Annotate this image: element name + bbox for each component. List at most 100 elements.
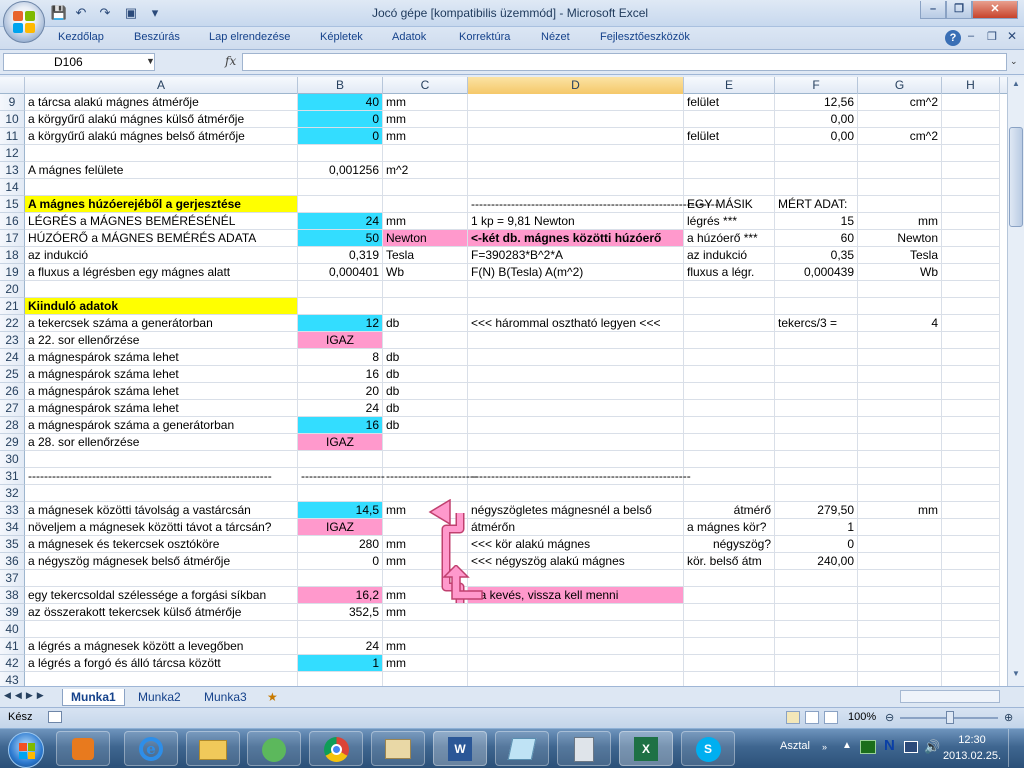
- cell-a33[interactable]: a mágnesek közötti távolság a vastárcsán: [25, 502, 298, 519]
- cell-e29[interactable]: [684, 434, 775, 451]
- cell-e9[interactable]: felület: [684, 94, 775, 111]
- cell-a43[interactable]: [25, 672, 298, 686]
- cell-d16[interactable]: 1 kp = 9,81 Newton: [468, 213, 684, 230]
- cell-b14[interactable]: [298, 179, 383, 196]
- cell-g35[interactable]: [858, 536, 942, 553]
- toolbar-expand-icon[interactable]: »: [822, 742, 827, 752]
- cell-e15[interactable]: EGY MÁSIK: [684, 196, 775, 213]
- cell-c41[interactable]: mm: [383, 638, 468, 655]
- cell-b33[interactable]: 14,5: [298, 502, 383, 519]
- cell-h10[interactable]: [942, 111, 1000, 128]
- cell-a21[interactable]: Kiinduló adatok: [25, 298, 298, 315]
- macro-record-icon[interactable]: [48, 711, 62, 723]
- cell-g29[interactable]: [858, 434, 942, 451]
- cell-a10[interactable]: a körgyűrű alakú mágnes külső átmérője: [25, 111, 298, 128]
- cell-f20[interactable]: [775, 281, 858, 298]
- cell-f13[interactable]: [775, 162, 858, 179]
- cell-b38[interactable]: 16,2: [298, 587, 383, 604]
- cell-g9[interactable]: cm^2: [858, 94, 942, 111]
- cell-e33[interactable]: átmérő: [684, 502, 775, 519]
- name-box-dropdown-icon[interactable]: ▼: [146, 56, 155, 66]
- cell-g20[interactable]: [858, 281, 942, 298]
- cell-a35[interactable]: a mágnesek és tekercsek osztóköre: [25, 536, 298, 553]
- cell-f29[interactable]: [775, 434, 858, 451]
- cell-f37[interactable]: [775, 570, 858, 587]
- cell-a29[interactable]: a 28. sor ellenőrzése: [25, 434, 298, 451]
- fx-icon[interactable]: fx: [225, 54, 236, 68]
- cell-h30[interactable]: [942, 451, 1000, 468]
- row-header[interactable]: 19: [0, 264, 25, 281]
- column-header-h[interactable]: H: [942, 77, 1000, 94]
- cell-b20[interactable]: [298, 281, 383, 298]
- formula-input[interactable]: [242, 53, 1007, 71]
- cell-d39[interactable]: [468, 604, 684, 621]
- cell-h16[interactable]: [942, 213, 1000, 230]
- cell-g39[interactable]: [858, 604, 942, 621]
- cell-a20[interactable]: [25, 281, 298, 298]
- cell-f30[interactable]: [775, 451, 858, 468]
- scroll-down-icon[interactable]: ▼: [1010, 669, 1022, 683]
- cell-f33[interactable]: 279,50: [775, 502, 858, 519]
- cell-d26[interactable]: [468, 383, 684, 400]
- word-icon[interactable]: W: [433, 731, 487, 766]
- cell-c9[interactable]: mm: [383, 94, 468, 111]
- cell-b42[interactable]: 1: [298, 655, 383, 672]
- row-header[interactable]: 17: [0, 230, 25, 247]
- cell-h32[interactable]: [942, 485, 1000, 502]
- row-header[interactable]: 43: [0, 672, 25, 686]
- cell-e31[interactable]: [684, 468, 775, 485]
- row-header[interactable]: 27: [0, 400, 25, 417]
- cell-d29[interactable]: [468, 434, 684, 451]
- cell-h23[interactable]: [942, 332, 1000, 349]
- row-header[interactable]: 34: [0, 519, 25, 536]
- cell-h20[interactable]: [942, 281, 1000, 298]
- cell-h15[interactable]: [942, 196, 1000, 213]
- cell-b10[interactable]: 0: [298, 111, 383, 128]
- cell-c40[interactable]: [383, 621, 468, 638]
- cell-b27[interactable]: 24: [298, 400, 383, 417]
- row-header[interactable]: 33: [0, 502, 25, 519]
- cell-h37[interactable]: [942, 570, 1000, 587]
- cell-c17[interactable]: Newton: [383, 230, 468, 247]
- scroll-thumb[interactable]: [1009, 127, 1023, 227]
- cell-h40[interactable]: [942, 621, 1000, 638]
- cell-h39[interactable]: [942, 604, 1000, 621]
- cell-e34[interactable]: a mágnes kör?: [684, 519, 775, 536]
- cell-f15[interactable]: MÉRT ADAT:: [775, 196, 858, 213]
- row-header[interactable]: 41: [0, 638, 25, 655]
- row-header[interactable]: 42: [0, 655, 25, 672]
- cell-d11[interactable]: [468, 128, 684, 145]
- cell-d9[interactable]: [468, 94, 684, 111]
- cell-e38[interactable]: [684, 587, 775, 604]
- redo-icon[interactable]: ↷: [96, 4, 114, 22]
- close-button[interactable]: ✕: [972, 1, 1018, 19]
- cell-a9[interactable]: a tárcsa alakú mágnes átmérője: [25, 94, 298, 111]
- cell-d41[interactable]: [468, 638, 684, 655]
- cell-g23[interactable]: [858, 332, 942, 349]
- cell-d20[interactable]: [468, 281, 684, 298]
- select-all-corner[interactable]: [0, 77, 25, 94]
- row-header[interactable]: 18: [0, 247, 25, 264]
- cell-c26[interactable]: db: [383, 383, 468, 400]
- cell-h42[interactable]: [942, 655, 1000, 672]
- cell-h36[interactable]: [942, 553, 1000, 570]
- cell-b9[interactable]: 40: [298, 94, 383, 111]
- cell-e22[interactable]: [684, 315, 775, 332]
- skype-icon[interactable]: S: [681, 731, 735, 766]
- row-header[interactable]: 26: [0, 383, 25, 400]
- cell-g15[interactable]: [858, 196, 942, 213]
- cell-c18[interactable]: Tesla: [383, 247, 468, 264]
- cell-b30[interactable]: [298, 451, 383, 468]
- cell-e20[interactable]: [684, 281, 775, 298]
- cell-f35[interactable]: 0: [775, 536, 858, 553]
- cell-a22[interactable]: a tekercsek száma a generátorban: [25, 315, 298, 332]
- cell-b29[interactable]: IGAZ: [298, 434, 383, 451]
- cell-b31[interactable]: ---------------------: [298, 468, 385, 485]
- cell-b35[interactable]: 280: [298, 536, 383, 553]
- cell-h21[interactable]: [942, 298, 1000, 315]
- cell-a16[interactable]: LÉGRÉS a MÁGNES BEMÉRÉSÉNÉL: [25, 213, 298, 230]
- cell-g17[interactable]: Newton: [858, 230, 942, 247]
- cell-h43[interactable]: [942, 672, 1000, 686]
- cell-g43[interactable]: [858, 672, 942, 686]
- cell-f17[interactable]: 60: [775, 230, 858, 247]
